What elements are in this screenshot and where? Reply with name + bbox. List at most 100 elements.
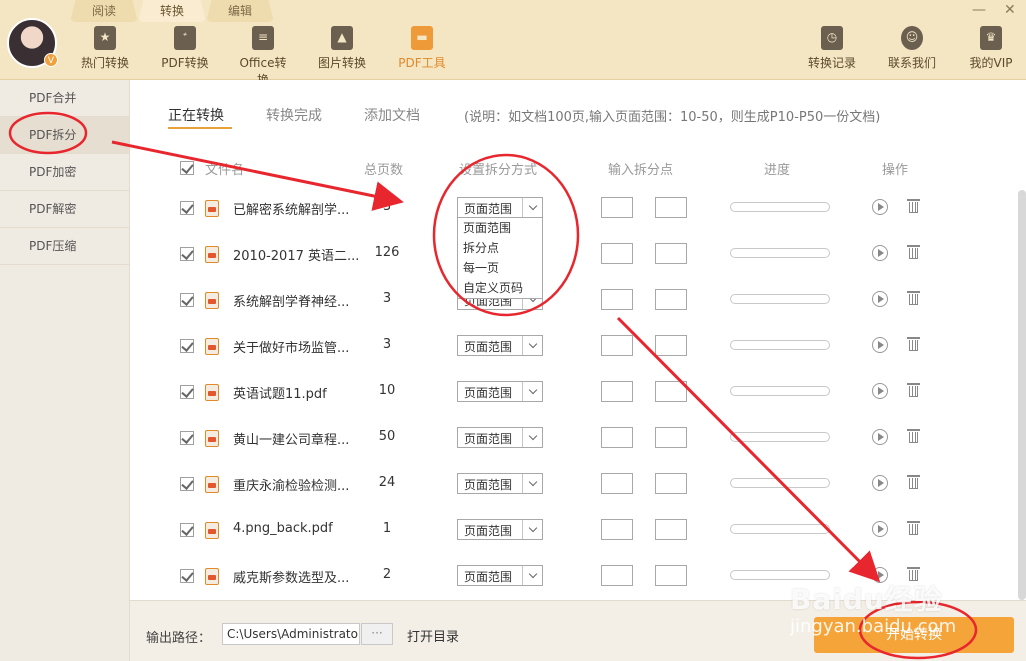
split-start-input[interactable] [601, 197, 633, 218]
split-start-input[interactable] [601, 565, 633, 586]
split-mode-select[interactable]: 页面范围 [457, 335, 543, 356]
tool-image-convert[interactable]: ▲ 图片转换 [317, 26, 367, 76]
split-start-input[interactable] [601, 519, 633, 540]
split-mode-select[interactable]: 页面范围 [457, 197, 543, 218]
top-tabs: 阅读 转换 编辑 [70, 0, 274, 22]
play-icon[interactable] [872, 245, 888, 261]
tool-hot-convert[interactable]: ★ 热门转换 [80, 26, 130, 76]
split-start-input[interactable] [601, 381, 633, 402]
play-icon[interactable] [872, 337, 888, 353]
tab-read[interactable]: 阅读 [70, 0, 138, 22]
split-mode-dropdown[interactable]: 页面范围 拆分点 每一页 自定义页码 [457, 217, 543, 299]
play-icon[interactable] [872, 521, 888, 537]
chevron-down-icon[interactable] [522, 566, 542, 585]
option-custom-pages[interactable]: 自定义页码 [458, 278, 542, 298]
split-end-input[interactable] [655, 427, 687, 448]
sidebar-item-pdf-split[interactable]: PDF拆分 [0, 117, 129, 154]
output-path-label: 输出路径： [146, 631, 212, 646]
table-row: 黄山一建公司章程... 50 页面范围 [130, 415, 1026, 461]
output-path-field[interactable]: C:\Users\Administrator\ [222, 623, 360, 645]
tool-pdf-convert[interactable]: ᐩ PDF转换 [160, 26, 210, 76]
chevron-down-icon[interactable] [522, 520, 542, 539]
play-icon[interactable] [872, 475, 888, 491]
chevron-down-icon[interactable] [522, 428, 542, 447]
split-end-input[interactable] [655, 335, 687, 356]
row-checkbox[interactable] [180, 431, 194, 445]
trash-icon[interactable] [907, 244, 920, 260]
play-icon[interactable] [872, 291, 888, 307]
sidebar-item-pdf-merge[interactable]: PDF合并 [0, 80, 129, 117]
tab-converting[interactable]: 正在转换 [168, 105, 224, 125]
split-start-input[interactable] [601, 289, 633, 310]
option-split-point[interactable]: 拆分点 [458, 238, 542, 258]
file-name: 2010-2017 英语二... [233, 249, 360, 264]
sidebar-item-pdf-compress[interactable]: PDF压缩 [0, 228, 129, 265]
scrollbar[interactable] [1018, 190, 1026, 600]
split-start-input[interactable] [601, 473, 633, 494]
open-directory-link[interactable]: 打开目录 [407, 626, 459, 645]
chevron-down-icon[interactable] [522, 382, 542, 401]
row-checkbox[interactable] [180, 477, 194, 491]
file-name: 黄山一建公司章程... [233, 433, 350, 448]
split-start-input[interactable] [601, 243, 633, 264]
play-icon[interactable] [872, 199, 888, 215]
split-end-input[interactable] [655, 473, 687, 494]
split-mode-select[interactable]: 页面范围 [457, 381, 543, 402]
split-end-input[interactable] [655, 565, 687, 586]
split-end-input[interactable] [655, 519, 687, 540]
tool-contact[interactable]: ☺ 联系我们 [886, 26, 938, 76]
row-checkbox[interactable] [180, 339, 194, 353]
trash-icon[interactable] [907, 428, 920, 444]
chevron-down-icon[interactable] [522, 474, 542, 493]
main-panel: 正在转换 转换完成 添加文档 (说明：如文档100页,输入页面范围：10-50，… [130, 80, 1026, 600]
trash-icon[interactable] [907, 290, 920, 306]
tab-completed[interactable]: 转换完成 [266, 105, 322, 125]
trash-icon[interactable] [907, 382, 920, 398]
tab-add-document[interactable]: 添加文档 [364, 105, 420, 125]
row-checkbox[interactable] [180, 569, 194, 583]
browse-button[interactable]: ··· [361, 623, 393, 645]
tool-vip[interactable]: ♛ 我的VIP [966, 26, 1016, 76]
split-mode-select[interactable]: 页面范围 [457, 519, 543, 540]
tab-convert[interactable]: 转换 [138, 0, 206, 22]
tool-history[interactable]: ◷ 转换记录 [805, 26, 859, 76]
minimize-icon[interactable]: — [972, 2, 986, 18]
sidebar-item-pdf-encrypt[interactable]: PDF加密 [0, 154, 129, 191]
row-checkbox[interactable] [180, 247, 194, 261]
sidebar-item-pdf-decrypt[interactable]: PDF解密 [0, 191, 129, 228]
tool-office-convert[interactable]: ≡Office转换 [234, 26, 292, 87]
split-end-input[interactable] [655, 197, 687, 218]
chevron-down-icon[interactable] [522, 198, 542, 217]
tool-pdf-tools[interactable]: ▬ PDF工具 [397, 26, 447, 76]
close-icon[interactable]: ✕ [1004, 2, 1016, 18]
chevron-down-icon[interactable] [522, 336, 542, 355]
tab-edit[interactable]: 编辑 [206, 0, 274, 22]
option-page-range[interactable]: 页面范围 [458, 218, 542, 238]
split-mode-select[interactable]: 页面范围 [457, 565, 543, 586]
row-checkbox[interactable] [180, 293, 194, 307]
split-end-input[interactable] [655, 381, 687, 402]
split-mode-select[interactable]: 页面范围 [457, 427, 543, 448]
play-icon[interactable] [872, 383, 888, 399]
play-icon[interactable] [872, 429, 888, 445]
trash-icon[interactable] [907, 198, 920, 214]
avatar[interactable]: V [7, 18, 58, 68]
row-checkbox[interactable] [180, 385, 194, 399]
file-name: 4.png_back.pdf [233, 521, 333, 536]
split-end-input[interactable] [655, 289, 687, 310]
trash-icon[interactable] [907, 474, 920, 490]
option-every-page[interactable]: 每一页 [458, 258, 542, 278]
row-checkbox[interactable] [180, 201, 194, 215]
page-count: 3 [382, 291, 392, 306]
file-name: 重庆永渝检验检测... [233, 479, 350, 494]
row-checkbox[interactable] [180, 523, 194, 537]
trash-icon[interactable] [907, 520, 920, 536]
split-mode-select[interactable]: 页面范围 [457, 473, 543, 494]
pdf-file-icon [205, 200, 219, 217]
split-end-input[interactable] [655, 243, 687, 264]
trash-icon[interactable] [907, 336, 920, 352]
pdf-file-icon [205, 292, 219, 309]
select-all-checkbox[interactable] [180, 161, 194, 175]
split-start-input[interactable] [601, 427, 633, 448]
split-start-input[interactable] [601, 335, 633, 356]
